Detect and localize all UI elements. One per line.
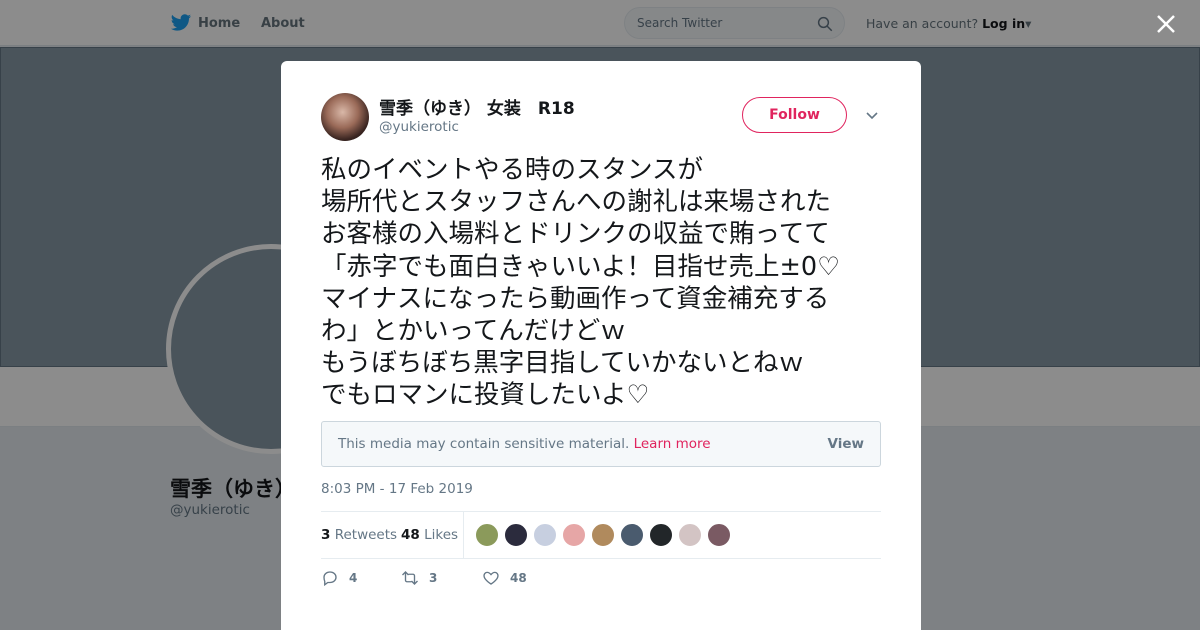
- tweet-text-line: わ」とかいってんだけどｗ: [321, 316, 626, 347]
- heart-icon: [483, 571, 499, 585]
- liker-avatar[interactable]: [649, 523, 673, 547]
- tweet-stats: 3 Retweets 48 Likes: [321, 511, 881, 559]
- tweet-text: 私のイベントやる時のスタンスが 場所代とスタッフさんへの謝礼は来場された お客様…: [321, 154, 886, 412]
- liker-avatar[interactable]: [678, 523, 702, 547]
- retweet-count: 3: [429, 571, 438, 585]
- like-button[interactable]: 48: [482, 569, 527, 587]
- liker-avatar[interactable]: [591, 523, 615, 547]
- tweet-timestamp[interactable]: 8:03 PM - 17 Feb 2019: [321, 481, 473, 497]
- tweet-text-line: お客様の入場料とドリンクの収益で賄ってて: [321, 219, 830, 250]
- liker-avatar[interactable]: [504, 523, 528, 547]
- author-handle[interactable]: @yukierotic: [379, 119, 459, 135]
- likes-label: Likes: [424, 527, 459, 543]
- retweets-count: 3: [321, 527, 331, 543]
- tweet-text-line: でもロマンに投資したいよ♡: [321, 380, 650, 411]
- tweet-text-line: 「赤字でも面白きゃいいよ！目指せ売上±0♡: [321, 251, 840, 282]
- follow-button[interactable]: Follow: [742, 97, 847, 133]
- reply-count: 4: [349, 571, 358, 585]
- liker-avatar[interactable]: [533, 523, 557, 547]
- tweet-text-line: マイナスになったら動画作って資金補充する: [321, 283, 830, 314]
- retweet-icon: [402, 571, 418, 585]
- tweet-modal: 雪季（ゆき） 女装 R18 @yukierotic Follow 私のイベントや…: [281, 61, 921, 630]
- liker-avatar[interactable]: [707, 523, 731, 547]
- stats-divider: [463, 512, 464, 558]
- liker-avatar[interactable]: [620, 523, 644, 547]
- sensitive-media-notice: This media may contain sensitive materia…: [321, 421, 881, 467]
- like-count: 48: [510, 571, 527, 585]
- chevron-down-icon[interactable]: [865, 108, 879, 122]
- tweet-text-line: 私のイベントやる時のスタンスが: [321, 155, 703, 185]
- likes-stat[interactable]: 48 Likes: [401, 527, 458, 543]
- reply-button[interactable]: 4: [321, 569, 357, 587]
- liker-avatar[interactable]: [562, 523, 586, 547]
- reply-icon: [323, 571, 337, 587]
- liker-avatar[interactable]: [475, 523, 499, 547]
- retweet-button[interactable]: 3: [401, 569, 437, 587]
- author-name[interactable]: 雪季（ゆき） 女装 R18: [379, 94, 575, 119]
- retweets-label: Retweets: [334, 527, 398, 543]
- tweet-text-line: もうぼちぼち黒字目指していかないとねｗ: [321, 348, 804, 379]
- liker-avatars: [475, 523, 736, 547]
- learn-more-link[interactable]: Learn more: [634, 436, 711, 452]
- sensitive-message: This media may contain sensitive materia…: [338, 436, 630, 452]
- sensitive-message-wrap: This media may contain sensitive materia…: [338, 436, 711, 452]
- tweet-text-line: 場所代とスタッフさんへの謝礼は来場された: [321, 187, 832, 218]
- likes-count: 48: [401, 527, 420, 543]
- view-media-button[interactable]: View: [828, 436, 864, 452]
- retweets-stat[interactable]: 3 Retweets: [321, 527, 397, 543]
- close-icon[interactable]: [1155, 13, 1177, 35]
- author-avatar[interactable]: [321, 93, 369, 141]
